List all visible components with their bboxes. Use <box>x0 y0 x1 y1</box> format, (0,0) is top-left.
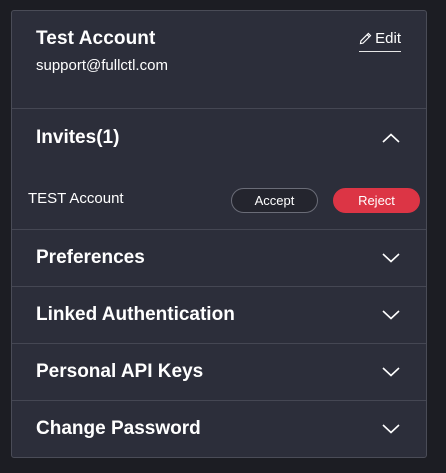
section-change-password[interactable]: Change Password <box>12 401 426 457</box>
account-name: Test Account <box>36 28 156 49</box>
section-title-preferences: Preferences <box>36 247 145 268</box>
chevron-down-icon[interactable] <box>382 310 400 320</box>
account-email: support@fullctl.com <box>36 57 168 74</box>
account-header: Test Account support@fullctl.com Edit <box>12 11 426 109</box>
pencil-icon <box>359 32 372 45</box>
chevron-down-icon[interactable] <box>382 253 400 263</box>
section-personal-api-keys[interactable]: Personal API Keys <box>12 344 426 400</box>
section-title-change-password: Change Password <box>36 418 201 439</box>
chevron-up-icon[interactable] <box>382 133 400 143</box>
accept-invite-button[interactable]: Accept <box>231 188 318 213</box>
section-title-invites: Invites(1) <box>36 127 120 148</box>
account-panel: Test Account support@fullctl.com Edit In… <box>11 10 427 458</box>
section-title-linked-authentication: Linked Authentication <box>36 304 235 325</box>
section-preferences[interactable]: Preferences <box>12 230 426 286</box>
reject-invite-button[interactable]: Reject <box>333 188 420 213</box>
edit-label: Edit <box>375 30 401 47</box>
chevron-down-icon[interactable] <box>382 424 400 434</box>
chevron-down-icon[interactable] <box>382 367 400 377</box>
edit-button[interactable]: Edit <box>359 28 401 52</box>
invite-name: TEST Account <box>28 190 124 207</box>
section-linked-authentication[interactable]: Linked Authentication <box>12 287 426 343</box>
section-title-personal-api-keys: Personal API Keys <box>36 361 204 382</box>
section-invites[interactable]: Invites(1) <box>12 110 426 166</box>
